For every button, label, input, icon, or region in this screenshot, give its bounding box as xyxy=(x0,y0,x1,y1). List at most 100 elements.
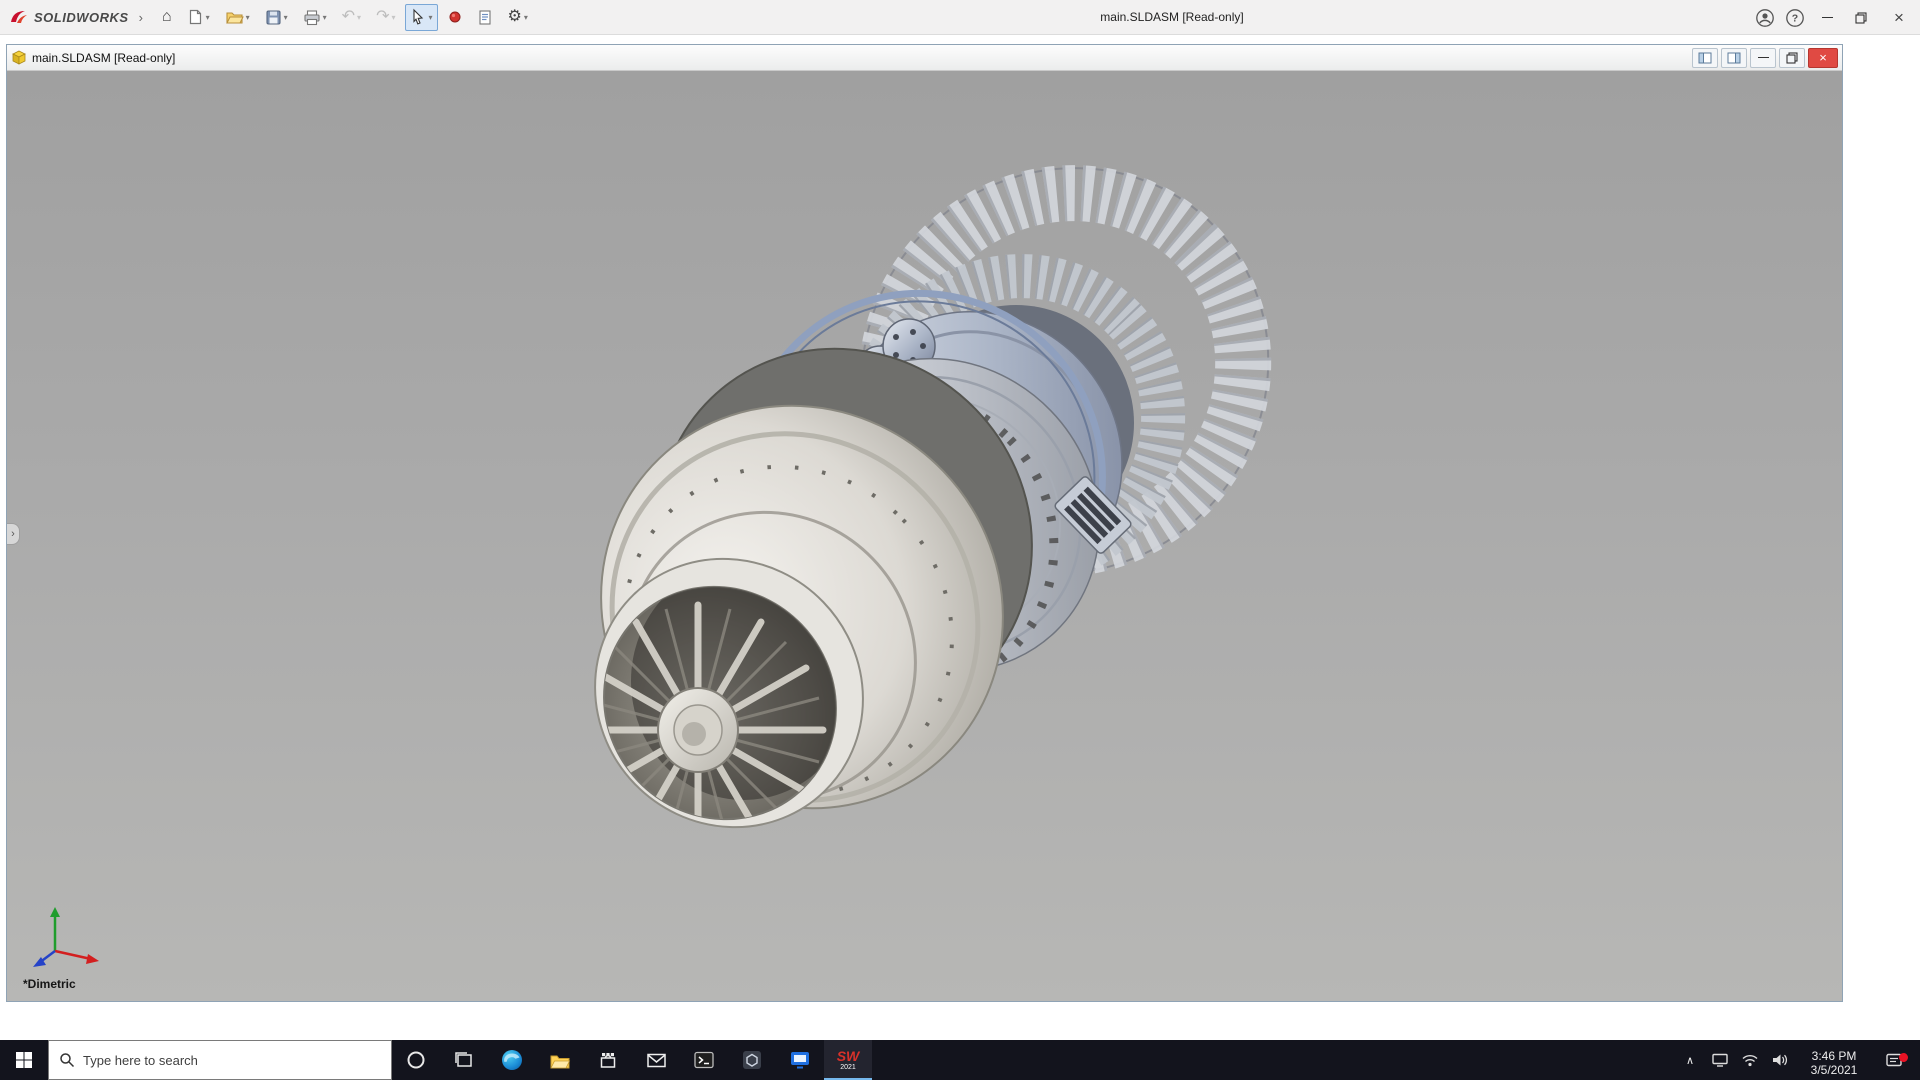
view-orientation-label: *Dimetric xyxy=(23,977,76,991)
open-button[interactable]: ▾ xyxy=(220,4,255,31)
print-button[interactable]: ▾ xyxy=(298,4,332,31)
assembly-document-icon xyxy=(11,50,27,66)
dropdown-icon[interactable]: ▾ xyxy=(246,13,250,22)
windows-taskbar: SW 2021 ∧ xyxy=(0,1040,1920,1080)
help-button[interactable]: ? xyxy=(1780,0,1810,35)
file-properties-icon xyxy=(477,9,493,26)
dropdown-icon[interactable]: ▾ xyxy=(391,13,395,22)
select-cursor-icon xyxy=(410,8,426,26)
taskbar-search[interactable] xyxy=(48,1040,392,1080)
action-center-button[interactable] xyxy=(1873,1052,1915,1069)
rebuild-traffic-light-icon xyxy=(448,9,462,25)
dropdown-icon[interactable]: ▾ xyxy=(323,13,327,22)
chevron-right-icon: › xyxy=(11,528,15,540)
doc-close-button[interactable]: × xyxy=(1808,48,1838,68)
store-icon xyxy=(598,1050,618,1070)
app-close-button[interactable]: × xyxy=(1878,0,1920,35)
system-tray: ∧ 3:46 PM 3/5/2021 xyxy=(1675,1040,1920,1080)
wifi-icon xyxy=(1741,1052,1759,1068)
document-title: main.SLDASM [Read-only] xyxy=(32,51,175,65)
solidworks-badge-text: SW xyxy=(837,1049,860,1063)
hexagon-app-icon xyxy=(741,1049,763,1071)
open-folder-icon xyxy=(225,9,244,25)
graphics-viewport[interactable]: *Dimetric › xyxy=(7,71,1842,1001)
solidworks-badge-year: 2021 xyxy=(840,1064,856,1071)
document-window: main.SLDASM [Read-only] × xyxy=(6,44,1843,1002)
doc-restore-button[interactable] xyxy=(1779,48,1805,68)
orientation-triad[interactable] xyxy=(27,903,107,973)
display-pane-toggle-button[interactable] xyxy=(1692,48,1718,68)
mail-button[interactable] xyxy=(632,1040,680,1080)
minimize-icon xyxy=(1822,17,1833,18)
network-tray-button[interactable] xyxy=(1735,1040,1765,1080)
close-icon: × xyxy=(1894,8,1904,28)
app-minimize-button[interactable] xyxy=(1810,0,1844,35)
clock-time: 3:46 PM xyxy=(1795,1049,1873,1063)
task-view-icon xyxy=(454,1051,474,1069)
windows-logo-icon xyxy=(15,1051,33,1069)
terminal-icon xyxy=(693,1050,715,1070)
undo-button[interactable]: ↶ ▾ xyxy=(337,4,366,31)
document-titlebar[interactable]: main.SLDASM [Read-only] × xyxy=(7,45,1842,71)
mail-icon xyxy=(646,1052,667,1069)
restore-icon xyxy=(1786,52,1798,64)
cortana-icon xyxy=(406,1050,426,1070)
task-view-button[interactable] xyxy=(440,1040,488,1080)
clock-date: 3/5/2021 xyxy=(1795,1063,1873,1077)
app-titlebar: SOLIDWORKS › ⌂ ▾ ▾ ▾ xyxy=(0,0,1920,35)
help-icon: ? xyxy=(1785,8,1805,28)
terminal-button[interactable] xyxy=(680,1040,728,1080)
options-button[interactable]: ⚙ ▾ xyxy=(503,4,533,31)
toolbar-expand-chevron[interactable]: › xyxy=(139,10,143,25)
solidworks-logo: SOLIDWORKS xyxy=(0,7,129,27)
app-window-controls: ? × xyxy=(1750,0,1920,35)
minimize-icon xyxy=(1758,57,1769,58)
edge-browser-button[interactable] xyxy=(488,1040,536,1080)
dropdown-icon[interactable]: ▾ xyxy=(206,13,210,22)
hidden-icons-button[interactable]: ∧ xyxy=(1675,1040,1705,1080)
app-maximize-button[interactable] xyxy=(1844,0,1878,35)
dropdown-icon[interactable]: ▾ xyxy=(357,13,361,22)
media-app-button[interactable] xyxy=(776,1040,824,1080)
feature-tree-flyout-tab[interactable]: › xyxy=(7,523,20,545)
edge-icon xyxy=(501,1049,523,1071)
cortana-button[interactable] xyxy=(392,1040,440,1080)
doc-minimize-button[interactable] xyxy=(1750,48,1776,68)
brand-text: SOLIDWORKS xyxy=(34,10,129,25)
taskbar-spacer xyxy=(872,1040,1675,1080)
close-icon: × xyxy=(1819,50,1827,65)
app-window-title: main.SLDASM [Read-only] xyxy=(1022,10,1322,24)
viewer-app-button[interactable] xyxy=(728,1040,776,1080)
solidworks-taskbar-button[interactable]: SW 2021 xyxy=(824,1040,872,1080)
notification-badge xyxy=(1899,1053,1908,1062)
save-button[interactable]: ▾ xyxy=(260,4,293,31)
solidworks-logo-icon xyxy=(8,7,30,27)
redo-button[interactable]: ↷ ▾ xyxy=(371,4,400,31)
taskbar-clock[interactable]: 3:46 PM 3/5/2021 xyxy=(1795,1044,1873,1077)
print-icon xyxy=(303,9,321,26)
dropdown-icon[interactable]: ▾ xyxy=(428,13,432,22)
account-button[interactable] xyxy=(1750,0,1780,35)
rebuild-button[interactable] xyxy=(443,4,467,31)
select-tool-button[interactable]: ▾ xyxy=(405,4,437,31)
display-tray-button[interactable] xyxy=(1705,1040,1735,1080)
start-button[interactable] xyxy=(0,1040,48,1080)
undo-icon: ↶ xyxy=(342,9,355,25)
file-properties-button[interactable] xyxy=(472,4,498,31)
dropdown-icon[interactable]: ▾ xyxy=(524,13,528,22)
new-document-button[interactable]: ▾ xyxy=(182,4,215,31)
engine-3d-model[interactable] xyxy=(7,71,1842,1001)
feature-pane-toggle-button[interactable] xyxy=(1721,48,1747,68)
redo-icon: ↷ xyxy=(376,9,389,25)
gear-icon: ⚙ xyxy=(508,9,522,25)
solidworks-app-icon: SW 2021 xyxy=(837,1049,860,1071)
home-button[interactable]: ⌂ xyxy=(157,4,177,31)
volume-tray-button[interactable] xyxy=(1765,1040,1795,1080)
file-explorer-button[interactable] xyxy=(536,1040,584,1080)
quick-access-toolbar: ⌂ ▾ ▾ ▾ xyxy=(157,4,533,31)
dropdown-icon[interactable]: ▾ xyxy=(284,13,288,22)
search-input[interactable] xyxy=(83,1053,381,1068)
microsoft-store-button[interactable] xyxy=(584,1040,632,1080)
search-icon xyxy=(59,1052,75,1068)
pane-right-icon xyxy=(1727,52,1741,64)
